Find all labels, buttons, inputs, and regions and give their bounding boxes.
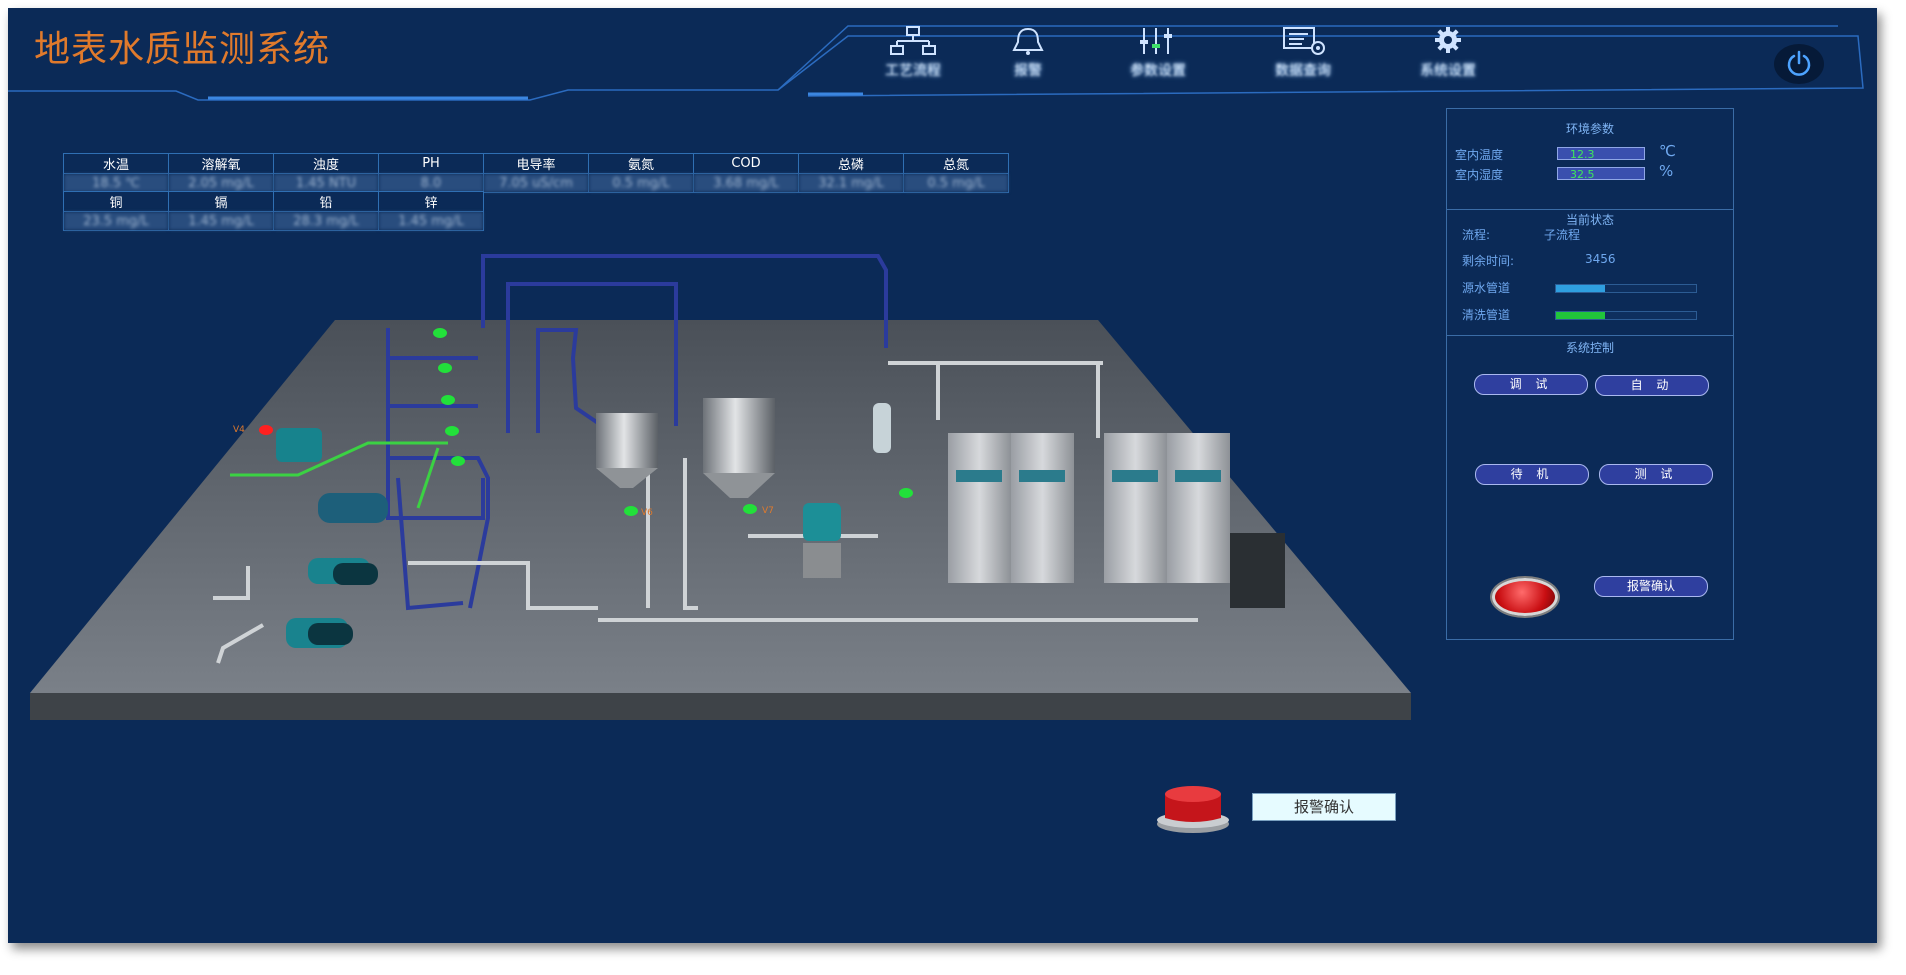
standby-button[interactable]: 待 机 xyxy=(1475,464,1589,485)
source-pipe-progress-bar xyxy=(1555,284,1697,293)
valve-label-v4: V4 xyxy=(233,425,245,435)
flow-value: 子流程 xyxy=(1544,228,1581,242)
test-button[interactable]: 测 试 xyxy=(1599,464,1713,485)
source-pipe-label: 源水管道 xyxy=(1462,281,1511,295)
indoor-temp-unit: ℃ xyxy=(1659,142,1676,160)
power-button[interactable] xyxy=(1774,44,1824,84)
app-window: 地表水质监测系统 工艺流程 报警 参数设置 数据查询 系统设置 水温 溶解氧 浊… xyxy=(8,8,1877,943)
process-scene: V4 V6 V7 xyxy=(30,254,1411,720)
panel-alarm-ack-button[interactable]: 报警确认 xyxy=(1594,576,1708,597)
source-pipe-progress-fill xyxy=(1556,285,1605,292)
indoor-temp-value: 12.3 xyxy=(1557,147,1645,161)
flow-label: 流程: xyxy=(1462,228,1491,242)
alarm-indicator xyxy=(1492,578,1558,616)
clean-pipe-label: 清洗管道 xyxy=(1462,308,1511,322)
status-panel: 环境参数 室内温度 12.3 ℃ 室内湿度 32.5 % 当前状态 流程: 子流… xyxy=(1446,108,1734,640)
remaining-time-label: 剩余时间: xyxy=(1462,254,1515,268)
valve-label-v6: V6 xyxy=(641,508,653,518)
control-section-title: 系统控制 xyxy=(1565,341,1614,355)
valve-label-v7: V7 xyxy=(762,506,774,516)
power-icon xyxy=(1787,50,1811,76)
indoor-humidity-label: 室内湿度 xyxy=(1455,168,1504,182)
panel-divider xyxy=(1447,209,1733,210)
indoor-humidity-unit: % xyxy=(1659,162,1674,180)
auto-button[interactable]: 自 动 xyxy=(1595,375,1709,396)
remaining-time-value: 3456 xyxy=(1585,252,1616,266)
clean-pipe-progress-bar xyxy=(1555,311,1697,320)
indoor-temp-label: 室内温度 xyxy=(1455,148,1504,162)
platform-side xyxy=(30,693,1411,720)
env-section-title: 环境参数 xyxy=(1565,122,1614,136)
indoor-humidity-value: 32.5 xyxy=(1557,167,1645,181)
alarm-ack-button[interactable]: 报警确认 xyxy=(1252,793,1396,821)
debug-button[interactable]: 调 试 xyxy=(1474,374,1588,395)
clean-pipe-progress-fill xyxy=(1556,312,1605,319)
panel-divider xyxy=(1447,335,1733,336)
alarm-beacon xyxy=(1157,786,1229,833)
